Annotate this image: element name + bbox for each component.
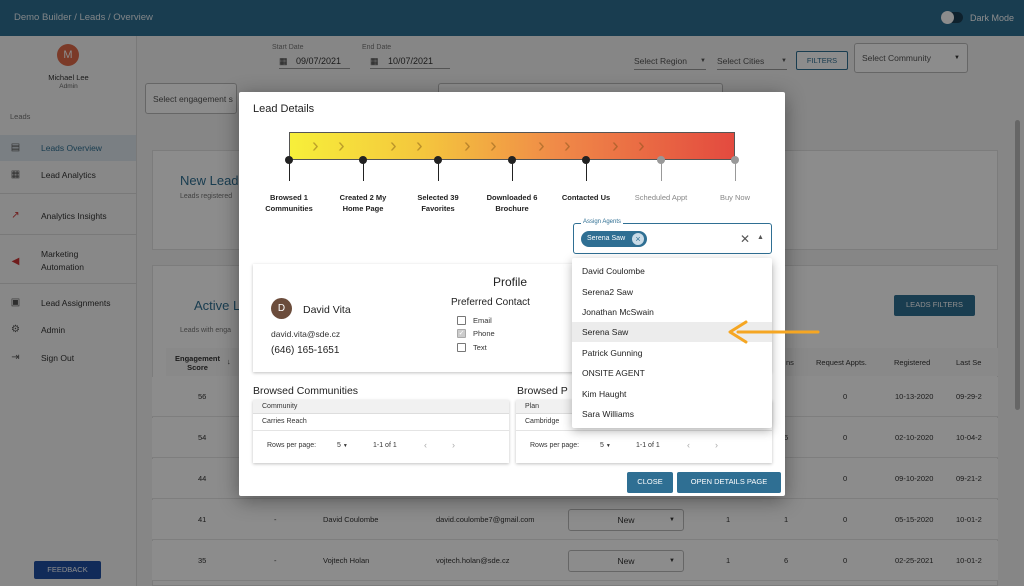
step-line2: Brochure <box>495 204 529 213</box>
agent-option[interactable]: Patrick Gunning <box>572 343 772 363</box>
chip-remove-icon[interactable]: × <box>632 233 644 245</box>
agent-option-label: David Coulombe <box>582 266 645 276</box>
step-line <box>735 160 736 181</box>
pagination-range: 1-1 of 1 <box>373 442 397 449</box>
agent-option-label: ONSITE AGENT <box>582 368 645 378</box>
phone-checkbox-label: Phone <box>473 329 495 338</box>
phone-checkbox[interactable]: ✓ <box>457 329 466 338</box>
agent-option[interactable]: ONSITE AGENT <box>572 363 772 383</box>
agent-option-label: Kim Haught <box>582 389 627 399</box>
table-cell[interactable]: Cambridge <box>525 418 559 425</box>
text-checkbox-label: Text <box>473 343 487 352</box>
clear-icon[interactable]: ✕ <box>740 232 750 246</box>
profile-phone[interactable]: (646) 165-1651 <box>271 345 339 356</box>
profile-name: David Vita <box>303 304 351 316</box>
agent-option[interactable]: David Coulombe <box>572 261 772 281</box>
step-label: Downloaded 6 Brochure <box>472 192 552 214</box>
chevron-right-icon: › <box>464 135 471 157</box>
open-details-page-button[interactable]: OPEN DETAILS PAGE <box>677 472 781 493</box>
col-community[interactable]: Community <box>262 403 297 410</box>
email-checkbox-label: Email <box>473 316 492 325</box>
step-line1: Created 2 My <box>339 193 387 202</box>
chevron-down-icon: ▼ <box>342 443 348 449</box>
agent-option-label: Serena Saw <box>582 327 629 337</box>
step-line2: Home Page <box>342 204 384 213</box>
step-line <box>661 160 662 181</box>
rows-per-page-label: Rows per page: <box>530 442 580 449</box>
assign-agents-label: Assign Agents <box>581 219 624 225</box>
col-plan[interactable]: Plan <box>525 403 539 410</box>
agent-option-label: Jonathan McSwain <box>582 307 654 317</box>
step-line <box>363 160 364 181</box>
step-label: Scheduled Appt <box>634 193 688 202</box>
step-line1: Downloaded 6 <box>486 193 538 202</box>
step-line2: Favorites <box>421 204 455 213</box>
email-checkbox[interactable] <box>457 316 466 325</box>
chevron-right-icon: › <box>638 135 645 157</box>
agent-chip[interactable]: Serena Saw × <box>581 231 647 247</box>
chevron-right-icon: › <box>338 135 345 157</box>
chevron-right-icon: › <box>312 135 319 157</box>
step-label: Selected 39 Favorites <box>398 192 478 214</box>
rows-per-page-select[interactable]: 5 ▼ <box>337 442 348 449</box>
agent-option[interactable]: Jonathan McSwain <box>572 302 772 322</box>
step-line <box>289 160 290 181</box>
modal-title: Lead Details <box>253 103 315 115</box>
close-button[interactable]: CLOSE <box>627 472 673 493</box>
agent-option-label: Serena2 Saw <box>582 287 634 297</box>
step-line <box>438 160 439 181</box>
profile-avatar: D <box>271 298 292 319</box>
next-page-icon[interactable]: › <box>715 440 718 450</box>
table-cell[interactable]: Carries Reach <box>262 418 307 425</box>
chevron-right-icon: › <box>538 135 545 157</box>
agent-option[interactable]: Sara Williams <box>572 404 772 424</box>
agent-option[interactable]: Serena2 Saw <box>572 282 772 302</box>
text-checkbox[interactable] <box>457 343 466 352</box>
table-header: Community <box>253 400 509 414</box>
rows-per-page-value: 5 <box>337 442 341 449</box>
step-line <box>586 160 587 181</box>
step-label: Buy Now <box>719 193 750 202</box>
annotation-arrow-icon <box>728 320 820 344</box>
agent-option[interactable]: Kim Haught <box>572 384 772 404</box>
chevron-right-icon: › <box>390 135 397 157</box>
next-page-icon[interactable]: › <box>452 440 455 450</box>
step-line1: Selected 39 <box>417 193 459 202</box>
rows-per-page-select[interactable]: 5 ▼ <box>600 442 611 449</box>
step-line1: Browsed 1 <box>270 193 308 202</box>
browsed-communities-table: Community Carries Reach Rows per page: 5… <box>253 400 509 463</box>
chevron-down-icon: ▼ <box>605 443 611 449</box>
chevron-right-icon: › <box>612 135 619 157</box>
browsed-plans-title: Browsed P <box>517 385 568 397</box>
profile-title: Profile <box>493 275 528 289</box>
rows-per-page-label: Rows per page: <box>267 442 317 449</box>
rows-per-page-value: 5 <box>600 442 604 449</box>
prev-page-icon[interactable]: ‹ <box>424 440 427 450</box>
step-label: Contacted Us <box>561 193 611 202</box>
step-line <box>512 160 513 181</box>
prev-page-icon[interactable]: ‹ <box>687 440 690 450</box>
divider <box>516 430 772 431</box>
step-label: Browsed 1 Communities <box>249 192 329 214</box>
preferred-contact-title: Preferred Contact <box>451 297 530 308</box>
browsed-communities-title: Browsed Communities <box>253 385 359 397</box>
chevron-right-icon: › <box>490 135 497 157</box>
chevron-right-icon: › <box>564 135 571 157</box>
caret-up-icon[interactable]: ▲ <box>757 234 764 241</box>
agent-option-label: Patrick Gunning <box>582 348 643 358</box>
agent-chip-label: Serena Saw <box>587 234 626 242</box>
profile-email[interactable]: david.vita@sde.cz <box>271 329 340 339</box>
pagination-range: 1-1 of 1 <box>636 442 660 449</box>
agent-option-label: Sara Williams <box>582 409 634 419</box>
divider <box>253 430 509 431</box>
step-label: Created 2 My Home Page <box>323 192 403 214</box>
step-line2: Communities <box>265 204 313 213</box>
chevron-right-icon: › <box>416 135 423 157</box>
